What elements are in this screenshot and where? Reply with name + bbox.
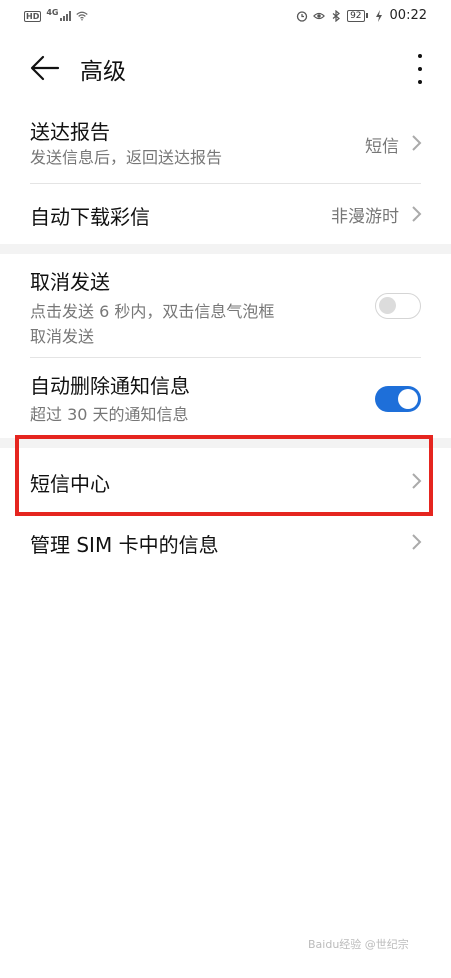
watermark: Baidu经验 @世纪宗 <box>308 938 409 951</box>
auto-delete-notifications-item: 自动删除通知信息 超过 30 天的通知信息 <box>0 358 451 436</box>
delivery-report-subtitle: 发送信息后，返回送达报告 <box>30 148 223 167</box>
network-type-label: 4G <box>46 7 59 17</box>
auto-delete-notifications-toggle[interactable] <box>375 386 421 412</box>
cellular-signal-icon <box>60 11 72 21</box>
more-options-icon[interactable] <box>413 54 427 84</box>
cancel-send-subtitle: 点击发送 6 秒内，双击信息气泡框 <box>30 302 275 321</box>
wifi-icon <box>76 11 89 21</box>
bluetooth-icon <box>332 9 341 22</box>
status-bar: HD 4G 92 00:22 <box>0 0 451 34</box>
status-bar-right: 92 00:22 <box>296 8 427 23</box>
auto-download-mms-title: 自动下载彩信 <box>30 205 150 229</box>
manage-sim-messages-title: 管理 SIM 卡中的信息 <box>30 533 219 557</box>
charging-icon <box>375 9 382 22</box>
app-bar: 高级 <box>0 46 451 92</box>
auto-download-mms-item[interactable]: 自动下载彩信 非漫游时 <box>0 184 451 242</box>
manage-sim-messages-item[interactable]: 管理 SIM 卡中的信息 <box>0 516 451 574</box>
clock: 00:22 <box>389 8 427 23</box>
battery-level: 92 <box>347 9 365 22</box>
chevron-right-icon <box>412 206 422 222</box>
cancel-send-item: 取消发送 点击发送 6 秒内，双击信息气泡框 取消发送 <box>0 256 451 356</box>
section-separator <box>0 244 451 254</box>
highlight-box <box>15 435 433 516</box>
cancel-send-title: 取消发送 <box>30 270 110 294</box>
cancel-send-subtitle-cont: 取消发送 <box>30 327 95 346</box>
auto-delete-notifications-subtitle: 超过 30 天的通知信息 <box>30 405 189 424</box>
battery-icon: 92 <box>347 9 368 22</box>
delivery-report-title: 送达报告 <box>30 120 110 144</box>
delivery-report-item[interactable]: 送达报告 发送信息后，返回送达报告 短信 <box>0 108 451 182</box>
alarm-icon <box>296 10 308 22</box>
status-bar-left: HD 4G <box>24 7 89 22</box>
chevron-right-icon <box>412 135 422 151</box>
eye-comfort-icon <box>313 12 326 19</box>
auto-delete-notifications-title: 自动删除通知信息 <box>30 374 190 398</box>
cancel-send-toggle[interactable] <box>375 293 421 319</box>
page-title: 高级 <box>80 59 126 85</box>
back-arrow-icon[interactable] <box>30 55 60 81</box>
auto-download-mms-value: 非漫游时 <box>331 207 399 227</box>
hd-voice-badge: HD <box>24 10 42 22</box>
chevron-right-icon <box>412 534 422 550</box>
delivery-report-value: 短信 <box>365 137 399 157</box>
